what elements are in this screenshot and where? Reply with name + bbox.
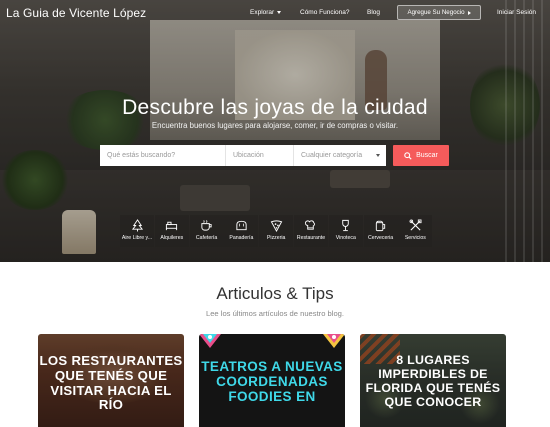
category-label: Cafetería [195,235,218,241]
search-icon [404,151,412,160]
wine-glass-icon [342,219,350,232]
search-input[interactable]: Qué estás buscando? [100,145,226,166]
articles-title: Articulos & Tips [216,284,334,303]
category-label: Vinoteca [335,235,356,241]
nav-explorar-dropdown[interactable]: Explorar [250,9,282,16]
articles-subtitle: Lee los últimos artículos de nuestro blo… [205,309,345,318]
article-card-title: LOS RESTAURANTES QUE TENÉS QUE VISITAR H… [39,353,183,413]
bed-icon [166,221,178,231]
category-label: Cerveceria [368,235,394,241]
beer-mug-icon [375,220,386,232]
hero-title: Descubre las joyas de la ciudad [122,96,428,119]
category-label: Aire Libre y... [121,235,153,241]
search-bar: Qué estás buscando? Ubicación Cualquier … [100,145,386,166]
category-cafeteria[interactable]: Cafetería [189,215,224,247]
navbar: La Guia de Vicente López Explorar Cómo F… [0,0,550,26]
tools-icon [409,219,422,231]
hero-subtitle: Encuentra buenos lugares para alojarse, … [151,121,399,130]
article-card[interactable]: 8 LUGARES IMPERDIBLES DE FLORIDA QUE TEN… [360,334,506,427]
add-business-label: Agregue Su Negocio [407,9,465,16]
brand-logo[interactable]: La Guia de Vicente López [6,6,146,20]
login-link[interactable]: Iniciar Sesión [497,9,536,16]
nav-como-funciona[interactable]: Cómo Funciona? [300,9,350,16]
pizza-slice-icon [270,220,282,232]
nav-blog[interactable]: Blog [367,9,380,16]
article-card-title: TEATROS A NUEVAS COORDENADAS FOODIES EN [201,359,343,405]
search-button[interactable]: Buscar [393,145,449,166]
category-vinoteca[interactable]: Vinoteca [328,215,363,247]
location-input[interactable]: Ubicación [226,145,294,166]
category-list: Aire Libre y... Alquileres Cafetería Pan… [120,215,433,247]
article-card[interactable]: TEATROS A NUEVAS COORDENADAS FOODIES EN [199,334,345,427]
category-alquileres[interactable]: Alquileres [154,215,189,247]
category-cerveceria[interactable]: Cerveceria [363,215,398,247]
category-label: Alquileres [160,235,184,241]
category-label: Servicios [404,235,426,241]
bread-icon [236,220,247,231]
decorative-pattern-icon [199,334,345,348]
article-card[interactable]: LOS RESTAURANTES QUE TENÉS QUE VISITAR H… [38,334,184,427]
article-card-title: 8 LUGARES IMPERDIBLES DE FLORIDA QUE TEN… [365,353,501,409]
category-label: Pizzeria [266,235,286,241]
nav-explorar-label: Explorar [250,9,275,16]
chevron-down-icon [277,10,282,14]
add-business-button[interactable]: Agregue Su Negocio [397,5,481,20]
search-button-label: Buscar [416,152,438,159]
chef-icon [305,220,316,230]
tree-icon [131,219,143,232]
coffee-cup-icon [201,220,212,231]
category-aire-libre[interactable]: Aire Libre y... [120,215,154,247]
arrow-right-icon [467,10,471,15]
category-label: Panadería [229,235,254,241]
category-panaderia[interactable]: Panadería [224,215,259,247]
category-select[interactable]: Cualquier categoría [294,145,386,166]
category-pizzeria[interactable]: Pizzeria [259,215,294,247]
chevron-down-icon [376,154,380,157]
category-restaurante[interactable]: Restaurante [293,215,328,247]
category-label: Restaurante [296,235,326,241]
category-servicios[interactable]: Servicios [398,215,433,247]
category-select-value: Cualquier categoría [301,152,363,159]
